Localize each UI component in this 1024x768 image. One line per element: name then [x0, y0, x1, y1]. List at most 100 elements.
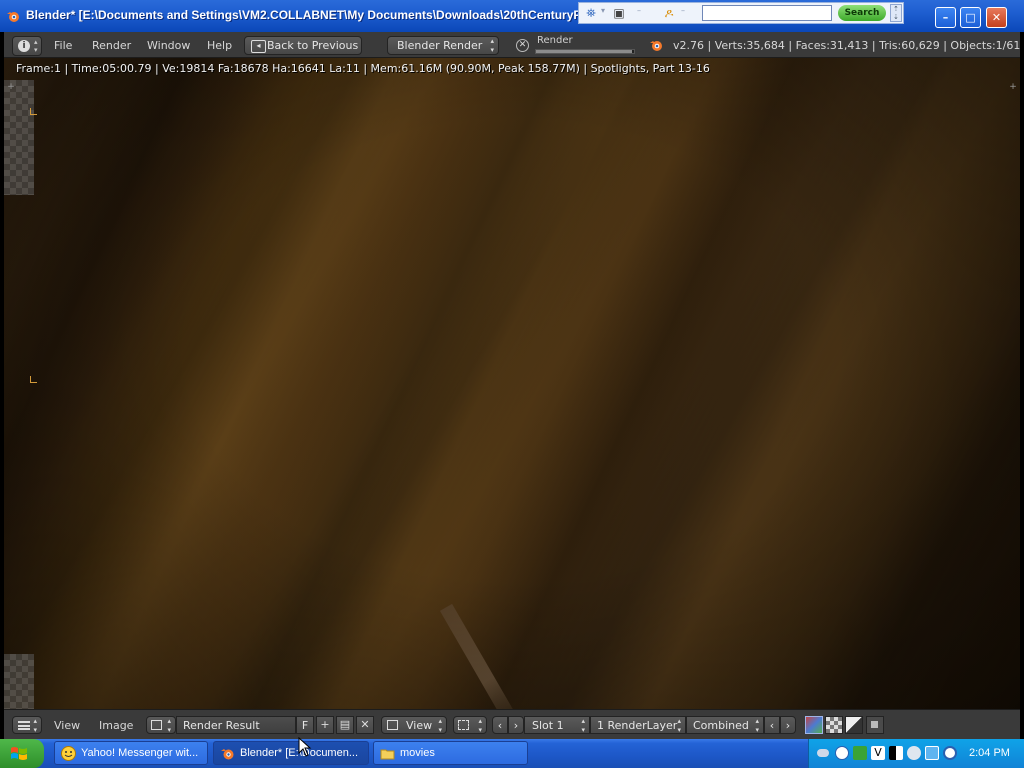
- properties-toggle-icon[interactable]: +: [1008, 80, 1018, 94]
- chevron-right-icon: ›: [513, 719, 519, 732]
- unlink-image-icon[interactable]: ✕: [356, 716, 374, 734]
- browse-image-button[interactable]: ▴ ▾: [146, 716, 176, 734]
- system-tray: V 2:04 PM: [808, 739, 1024, 768]
- blender-logo-icon: [650, 41, 662, 51]
- minimize-button[interactable]: –: [935, 7, 956, 28]
- tray-security-icon[interactable]: [853, 746, 867, 760]
- image-editor-header: ▴ ▾ View Image ▴ ▾ Render Result F + ▤ ✕ V…: [4, 709, 1020, 739]
- view-icon: [387, 720, 398, 730]
- tool-shelf-region[interactable]: [4, 80, 34, 195]
- updown-arrows-icon: ▴ ▾: [581, 717, 585, 734]
- menu-help[interactable]: Help: [207, 39, 232, 52]
- folder-icon: [380, 749, 395, 760]
- render-engine-label: Blender Render: [397, 39, 483, 52]
- tray-display-icon[interactable]: [889, 746, 903, 760]
- menu-render[interactable]: Render: [92, 39, 131, 52]
- task-yahoo-messenger[interactable]: Yahoo! Messenger wit...: [54, 741, 208, 765]
- render-result-viewport[interactable]: + + Frame:1 | Time:05:00.79 | Ve:19814 F…: [4, 58, 1020, 709]
- updown-arrows-icon: ▴ ▾: [438, 717, 442, 734]
- task-blender[interactable]: Blender* [E:\Documen...: [213, 741, 369, 765]
- menu-file[interactable]: File: [54, 39, 72, 52]
- render-slot-select[interactable]: Slot 1 ▴ ▾: [524, 716, 590, 734]
- copy-settings-icon[interactable]: [866, 716, 884, 734]
- blender-icon: [221, 749, 234, 760]
- next-pass-button[interactable]: ›: [780, 716, 796, 734]
- draw-zbuffer-icon[interactable]: [845, 716, 863, 734]
- cursor-marker-icon: [30, 376, 37, 383]
- mouse-cursor-icon: [298, 737, 312, 757]
- updown-arrows-icon: ▴ ▾: [34, 38, 38, 54]
- cancel-render-icon[interactable]: ✕: [516, 39, 529, 52]
- render-info-overlay: Frame:1 | Time:05:00.79 | Ve:19814 Fa:18…: [16, 62, 710, 75]
- pivot-select[interactable]: ▴ ▾: [453, 716, 487, 734]
- toolshelf-toggle-icon[interactable]: +: [6, 80, 16, 94]
- fake-user-button[interactable]: F: [296, 716, 314, 734]
- editor-type-button[interactable]: i ▴ ▾: [12, 36, 42, 56]
- copy-square-icon: [871, 721, 878, 728]
- window-title: Blender* [E:\Documents and Settings\VM2.…: [26, 8, 578, 22]
- windows-flag-icon: [11, 747, 27, 760]
- task-label: Yahoo! Messenger wit...: [81, 747, 199, 759]
- info-icon: i: [18, 40, 30, 52]
- updown-arrows-icon: ▴ ▾: [677, 717, 681, 734]
- draw-color-icon[interactable]: [805, 716, 823, 734]
- start-button[interactable]: [0, 739, 44, 768]
- menu-image[interactable]: Image: [99, 719, 133, 732]
- tray-chevron-icon[interactable]: [817, 749, 829, 757]
- toolbar-scroll-buttons[interactable]: ⇡ ⇣: [890, 4, 902, 22]
- render-layer-select[interactable]: 1 RenderLayer ▴ ▾: [590, 716, 686, 734]
- new-image-icon[interactable]: +: [316, 716, 334, 734]
- render-progress-fill: [536, 50, 633, 53]
- render-layer-label: 1 RenderLayer: [597, 719, 678, 732]
- render-pass-select[interactable]: Combined ▴ ▾: [686, 716, 764, 734]
- view-mode-select[interactable]: View ▴ ▾: [381, 716, 447, 734]
- previous-slot-button[interactable]: ‹: [492, 716, 508, 734]
- yahoo-search-button[interactable]: Search: [838, 5, 886, 21]
- render-image-vignette: [4, 58, 1020, 709]
- tray-network-icon[interactable]: [835, 746, 849, 760]
- yahoo-toolbar: ⛯ ▾ ▣ – ዶ – Search ⇡ ⇣: [578, 2, 904, 24]
- next-slot-button[interactable]: ›: [508, 716, 524, 734]
- window-title-bar[interactable]: Blender* [E:\Documents and Settings\VM2.…: [0, 0, 1024, 32]
- tool-shelf-region-bottom[interactable]: [4, 654, 34, 709]
- image-editor-icon: [18, 721, 30, 730]
- editor-type-button[interactable]: ▴ ▾: [12, 716, 42, 734]
- tray-update-icon[interactable]: [943, 746, 957, 760]
- tray-monitor-icon[interactable]: [925, 746, 939, 760]
- windows-taskbar: Yahoo! Messenger wit... Blender* [E:\Doc…: [0, 739, 1024, 768]
- render-slot-label: Slot 1: [532, 719, 564, 732]
- chevron-left-icon: ‹: [769, 719, 775, 732]
- bounding-box-icon: [458, 720, 469, 730]
- yahoo-search-input[interactable]: [702, 5, 832, 21]
- open-image-icon[interactable]: ▤: [336, 716, 354, 734]
- updown-arrows-icon: ▴ ▾: [490, 37, 494, 54]
- image-name-field[interactable]: Render Result: [176, 716, 296, 734]
- yahoo-messenger-icon: [61, 746, 76, 761]
- back-arrow-icon: ◂: [251, 40, 266, 53]
- previous-pass-button[interactable]: ‹: [764, 716, 780, 734]
- updown-arrows-icon: ▴ ▾: [167, 717, 171, 734]
- chevron-down-icon[interactable]: ▾: [601, 6, 605, 15]
- chevron-down-icon[interactable]: –: [637, 6, 641, 15]
- chevron-right-icon: ›: [785, 719, 791, 732]
- yahoo-toolbar-icon[interactable]: ⛯: [583, 5, 599, 21]
- close-button[interactable]: ✕: [986, 7, 1007, 28]
- toolbar-tools-icon[interactable]: ▣: [611, 5, 627, 21]
- view-mode-label: View: [406, 719, 433, 732]
- messenger-person-icon[interactable]: ዶ: [661, 5, 677, 21]
- tray-clock-icon[interactable]: [907, 746, 921, 760]
- render-progress-bar: [535, 49, 635, 54]
- back-to-previous-label: Back to Previous: [267, 39, 359, 52]
- updown-arrows-icon: ▴ ▾: [478, 717, 482, 734]
- maximize-button[interactable]: □: [960, 7, 981, 28]
- task-movies-folder[interactable]: movies: [373, 741, 528, 765]
- draw-alpha-icon[interactable]: [825, 716, 843, 734]
- menu-view[interactable]: View: [54, 719, 80, 732]
- back-to-previous-button[interactable]: ◂ Back to Previous: [244, 36, 362, 55]
- menu-window[interactable]: Window: [147, 39, 190, 52]
- chevron-down-icon[interactable]: –: [681, 6, 685, 15]
- tray-v-icon[interactable]: V: [871, 746, 885, 760]
- updown-arrows-icon: ▴ ▾: [33, 717, 37, 734]
- render-engine-select[interactable]: Blender Render ▴ ▾: [387, 36, 499, 55]
- taskbar-clock[interactable]: 2:04 PM: [969, 739, 1010, 768]
